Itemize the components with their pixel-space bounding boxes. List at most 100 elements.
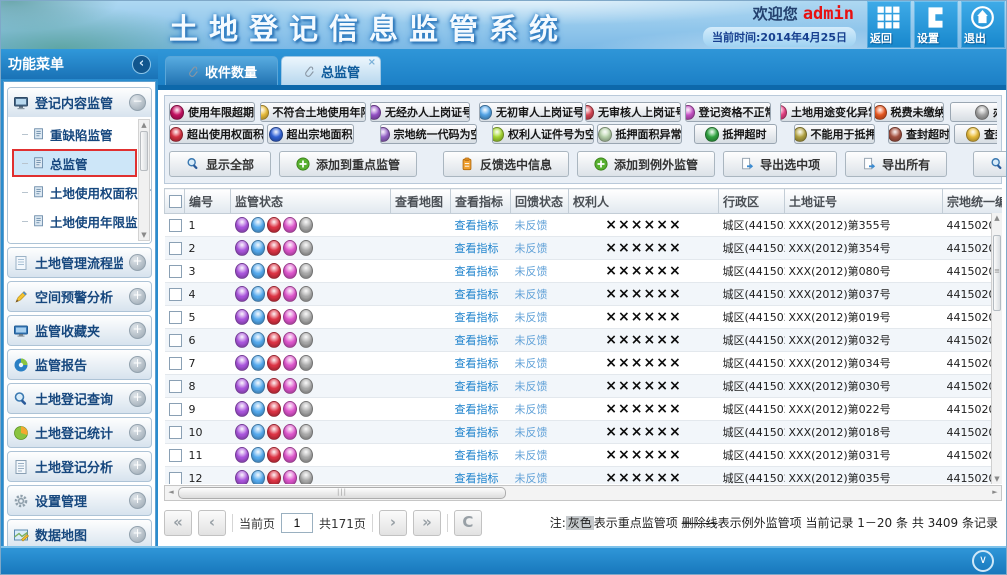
- submenu-scrollbar[interactable]: ▲▼: [138, 119, 150, 241]
- expand-plus-icon[interactable]: +: [129, 254, 146, 271]
- tab-close-icon[interactable]: ×: [368, 57, 376, 69]
- legend-chip-无审核人上岗证号[interactable]: 无审核人上岗证号: [585, 102, 681, 122]
- feedback-status-link[interactable]: 未反馈: [515, 357, 548, 370]
- row-checkbox[interactable]: [169, 219, 182, 232]
- row-checkbox[interactable]: [169, 334, 182, 347]
- scroll-up-icon[interactable]: ▲: [992, 213, 1002, 223]
- view-indicator-link[interactable]: 查看指标: [455, 311, 499, 324]
- feedback-status-link[interactable]: 未反馈: [515, 311, 548, 324]
- expand-plus-icon[interactable]: +: [129, 458, 146, 475]
- collapse-down-icon[interactable]: ∨: [972, 550, 994, 572]
- legend-chip-土地用途变化异常[interactable]: 土地用途变化异常: [780, 102, 872, 122]
- header-button-返回[interactable]: 返回: [867, 1, 911, 48]
- legend-chip-超出宗地面积[interactable]: 超出宗地面积: [267, 124, 354, 144]
- view-indicator-link[interactable]: 查看指标: [455, 449, 499, 462]
- expand-plus-icon[interactable]: +: [129, 288, 146, 305]
- row-checkbox[interactable]: [169, 380, 182, 393]
- row-checkbox[interactable]: [169, 449, 182, 462]
- feedback-status-link[interactable]: 未反馈: [515, 219, 548, 232]
- expand-plus-icon[interactable]: +: [129, 390, 146, 407]
- view-indicator-link[interactable]: 查看指标: [455, 265, 499, 278]
- view-indicator-link[interactable]: 查看指标: [455, 288, 499, 301]
- toolbar-button-导出选中项[interactable]: 导出选中项: [723, 151, 837, 177]
- collapse-minus-icon[interactable]: −: [129, 94, 146, 111]
- header-button-退出[interactable]: 退出: [961, 1, 1005, 48]
- tab-收件数量[interactable]: 收件数量: [165, 56, 278, 85]
- legend-chip-抵押超时[interactable]: 抵押超时: [694, 124, 777, 144]
- sidebar-group-土地登记查询[interactable]: 土地登记查询+: [7, 383, 152, 414]
- sidebar-item-土地使用年限监管[interactable]: 土地使用年限监管: [12, 207, 137, 235]
- scroll-up-icon[interactable]: ▲: [139, 120, 149, 130]
- sidebar-item-土地登记资格监管[interactable]: 土地登记资格监管: [12, 236, 137, 243]
- row-checkbox[interactable]: [169, 242, 182, 255]
- last-page-button[interactable]: »: [413, 510, 441, 536]
- feedback-status-link[interactable]: 未反馈: [515, 288, 548, 301]
- first-page-button[interactable]: «: [164, 510, 192, 536]
- sidebar-group-监管收藏夹[interactable]: 监管收藏夹+: [7, 315, 152, 346]
- scroll-right-icon[interactable]: ►: [989, 486, 1001, 500]
- row-checkbox[interactable]: [169, 311, 182, 324]
- sidebar-item-土地使用权面积监管[interactable]: 土地使用权面积监管: [12, 178, 137, 206]
- row-checkbox[interactable]: [169, 265, 182, 278]
- expand-plus-icon[interactable]: +: [129, 356, 146, 373]
- legend-chip-抵押面积异常[interactable]: 抵押面积异常: [597, 124, 682, 144]
- scroll-down-icon[interactable]: ▼: [139, 230, 149, 240]
- sidebar-group-登记内容监管[interactable]: 登记内容监管−: [8, 88, 151, 117]
- row-checkbox[interactable]: [169, 472, 182, 484]
- legend-chip-宗地统一代码为空[interactable]: 宗地统一代码为空: [380, 124, 477, 144]
- toolbar-button-添加到例外监管[interactable]: 添加到例外监管: [577, 151, 715, 177]
- scroll-down-icon[interactable]: ▼: [992, 474, 1002, 484]
- sidebar-group-监管报告[interactable]: 监管报告+: [7, 349, 152, 380]
- row-checkbox[interactable]: [169, 357, 182, 370]
- row-checkbox[interactable]: [169, 403, 182, 416]
- legend-chip-无经办人上岗证号[interactable]: 无经办人上岗证号: [370, 102, 470, 122]
- legend-chip-办理[interactable]: 办理: [950, 102, 997, 122]
- sidebar-collapse-button[interactable]: ‹: [132, 55, 151, 74]
- expand-plus-icon[interactable]: +: [129, 492, 146, 509]
- horizontal-scroll-thumb[interactable]: |||: [178, 487, 506, 499]
- sidebar-group-土地登记分析[interactable]: 土地登记分析+: [7, 451, 152, 482]
- refresh-button[interactable]: C: [454, 510, 482, 536]
- sidebar-group-土地登记统计[interactable]: 土地登记统计+: [7, 417, 152, 448]
- feedback-status-link[interactable]: 未反馈: [515, 426, 548, 439]
- legend-chip-不能用于抵押[interactable]: 不能用于抵押: [794, 124, 875, 144]
- expand-plus-icon[interactable]: +: [129, 424, 146, 441]
- view-indicator-link[interactable]: 查看指标: [455, 380, 499, 393]
- sidebar-group-空间预警分析[interactable]: 空间预警分析+: [7, 281, 152, 312]
- feedback-status-link[interactable]: 未反馈: [515, 472, 548, 484]
- view-indicator-link[interactable]: 查看指标: [455, 334, 499, 347]
- toolbar-button-反馈选中信息[interactable]: 反馈选中信息: [443, 151, 569, 177]
- legend-chip-不符合土地使用年限[interactable]: 不符合土地使用年限: [260, 102, 366, 122]
- legend-chip-登记资格不正常[interactable]: 登记资格不正常: [685, 102, 771, 122]
- legend-chip-查封已[interactable]: 查封已: [954, 124, 997, 144]
- header-button-设置[interactable]: 设置: [914, 1, 958, 48]
- sidebar-group-设置管理[interactable]: 设置管理+: [7, 485, 152, 516]
- sidebar-item-总监管[interactable]: 总监管: [12, 149, 137, 177]
- feedback-status-link[interactable]: 未反馈: [515, 380, 548, 393]
- sidebar-group-数据地图[interactable]: 数据地图+: [7, 519, 152, 548]
- view-indicator-link[interactable]: 查看指标: [455, 472, 499, 484]
- legend-chip-无初审人上岗证号[interactable]: 无初审人上岗证号: [479, 102, 583, 122]
- sidebar-group-土地管理流程监管[interactable]: 土地管理流程监管+: [7, 247, 152, 278]
- view-indicator-link[interactable]: 查看指标: [455, 426, 499, 439]
- expand-plus-icon[interactable]: +: [129, 322, 146, 339]
- feedback-status-link[interactable]: 未反馈: [515, 265, 548, 278]
- expand-plus-icon[interactable]: +: [129, 526, 146, 543]
- legend-chip-使用年限超期[interactable]: 使用年限超期: [169, 102, 255, 122]
- next-page-button[interactable]: ›: [379, 510, 407, 536]
- toolbar-button-导出所有[interactable]: 导出所有: [845, 151, 947, 177]
- toolbar-button-查询[interactable]: 查询: [973, 151, 1007, 177]
- feedback-status-link[interactable]: 未反馈: [515, 449, 548, 462]
- horizontal-scrollbar[interactable]: ◄ ||| ►: [164, 485, 1002, 501]
- prev-page-button[interactable]: ‹: [198, 510, 226, 536]
- row-checkbox[interactable]: [169, 426, 182, 439]
- vertical-scroll-thumb[interactable]: ≡: [993, 235, 1001, 311]
- scroll-thumb[interactable]: [140, 131, 148, 171]
- feedback-status-link[interactable]: 未反馈: [515, 242, 548, 255]
- vertical-scrollbar[interactable]: ▲ ≡ ▼: [991, 213, 1002, 484]
- toolbar-button-显示全部[interactable]: 显示全部: [169, 151, 271, 177]
- view-indicator-link[interactable]: 查看指标: [455, 357, 499, 370]
- legend-chip-税费未缴纳[interactable]: 税费未缴纳: [874, 102, 944, 122]
- view-indicator-link[interactable]: 查看指标: [455, 219, 499, 232]
- page-number-input[interactable]: [281, 513, 313, 533]
